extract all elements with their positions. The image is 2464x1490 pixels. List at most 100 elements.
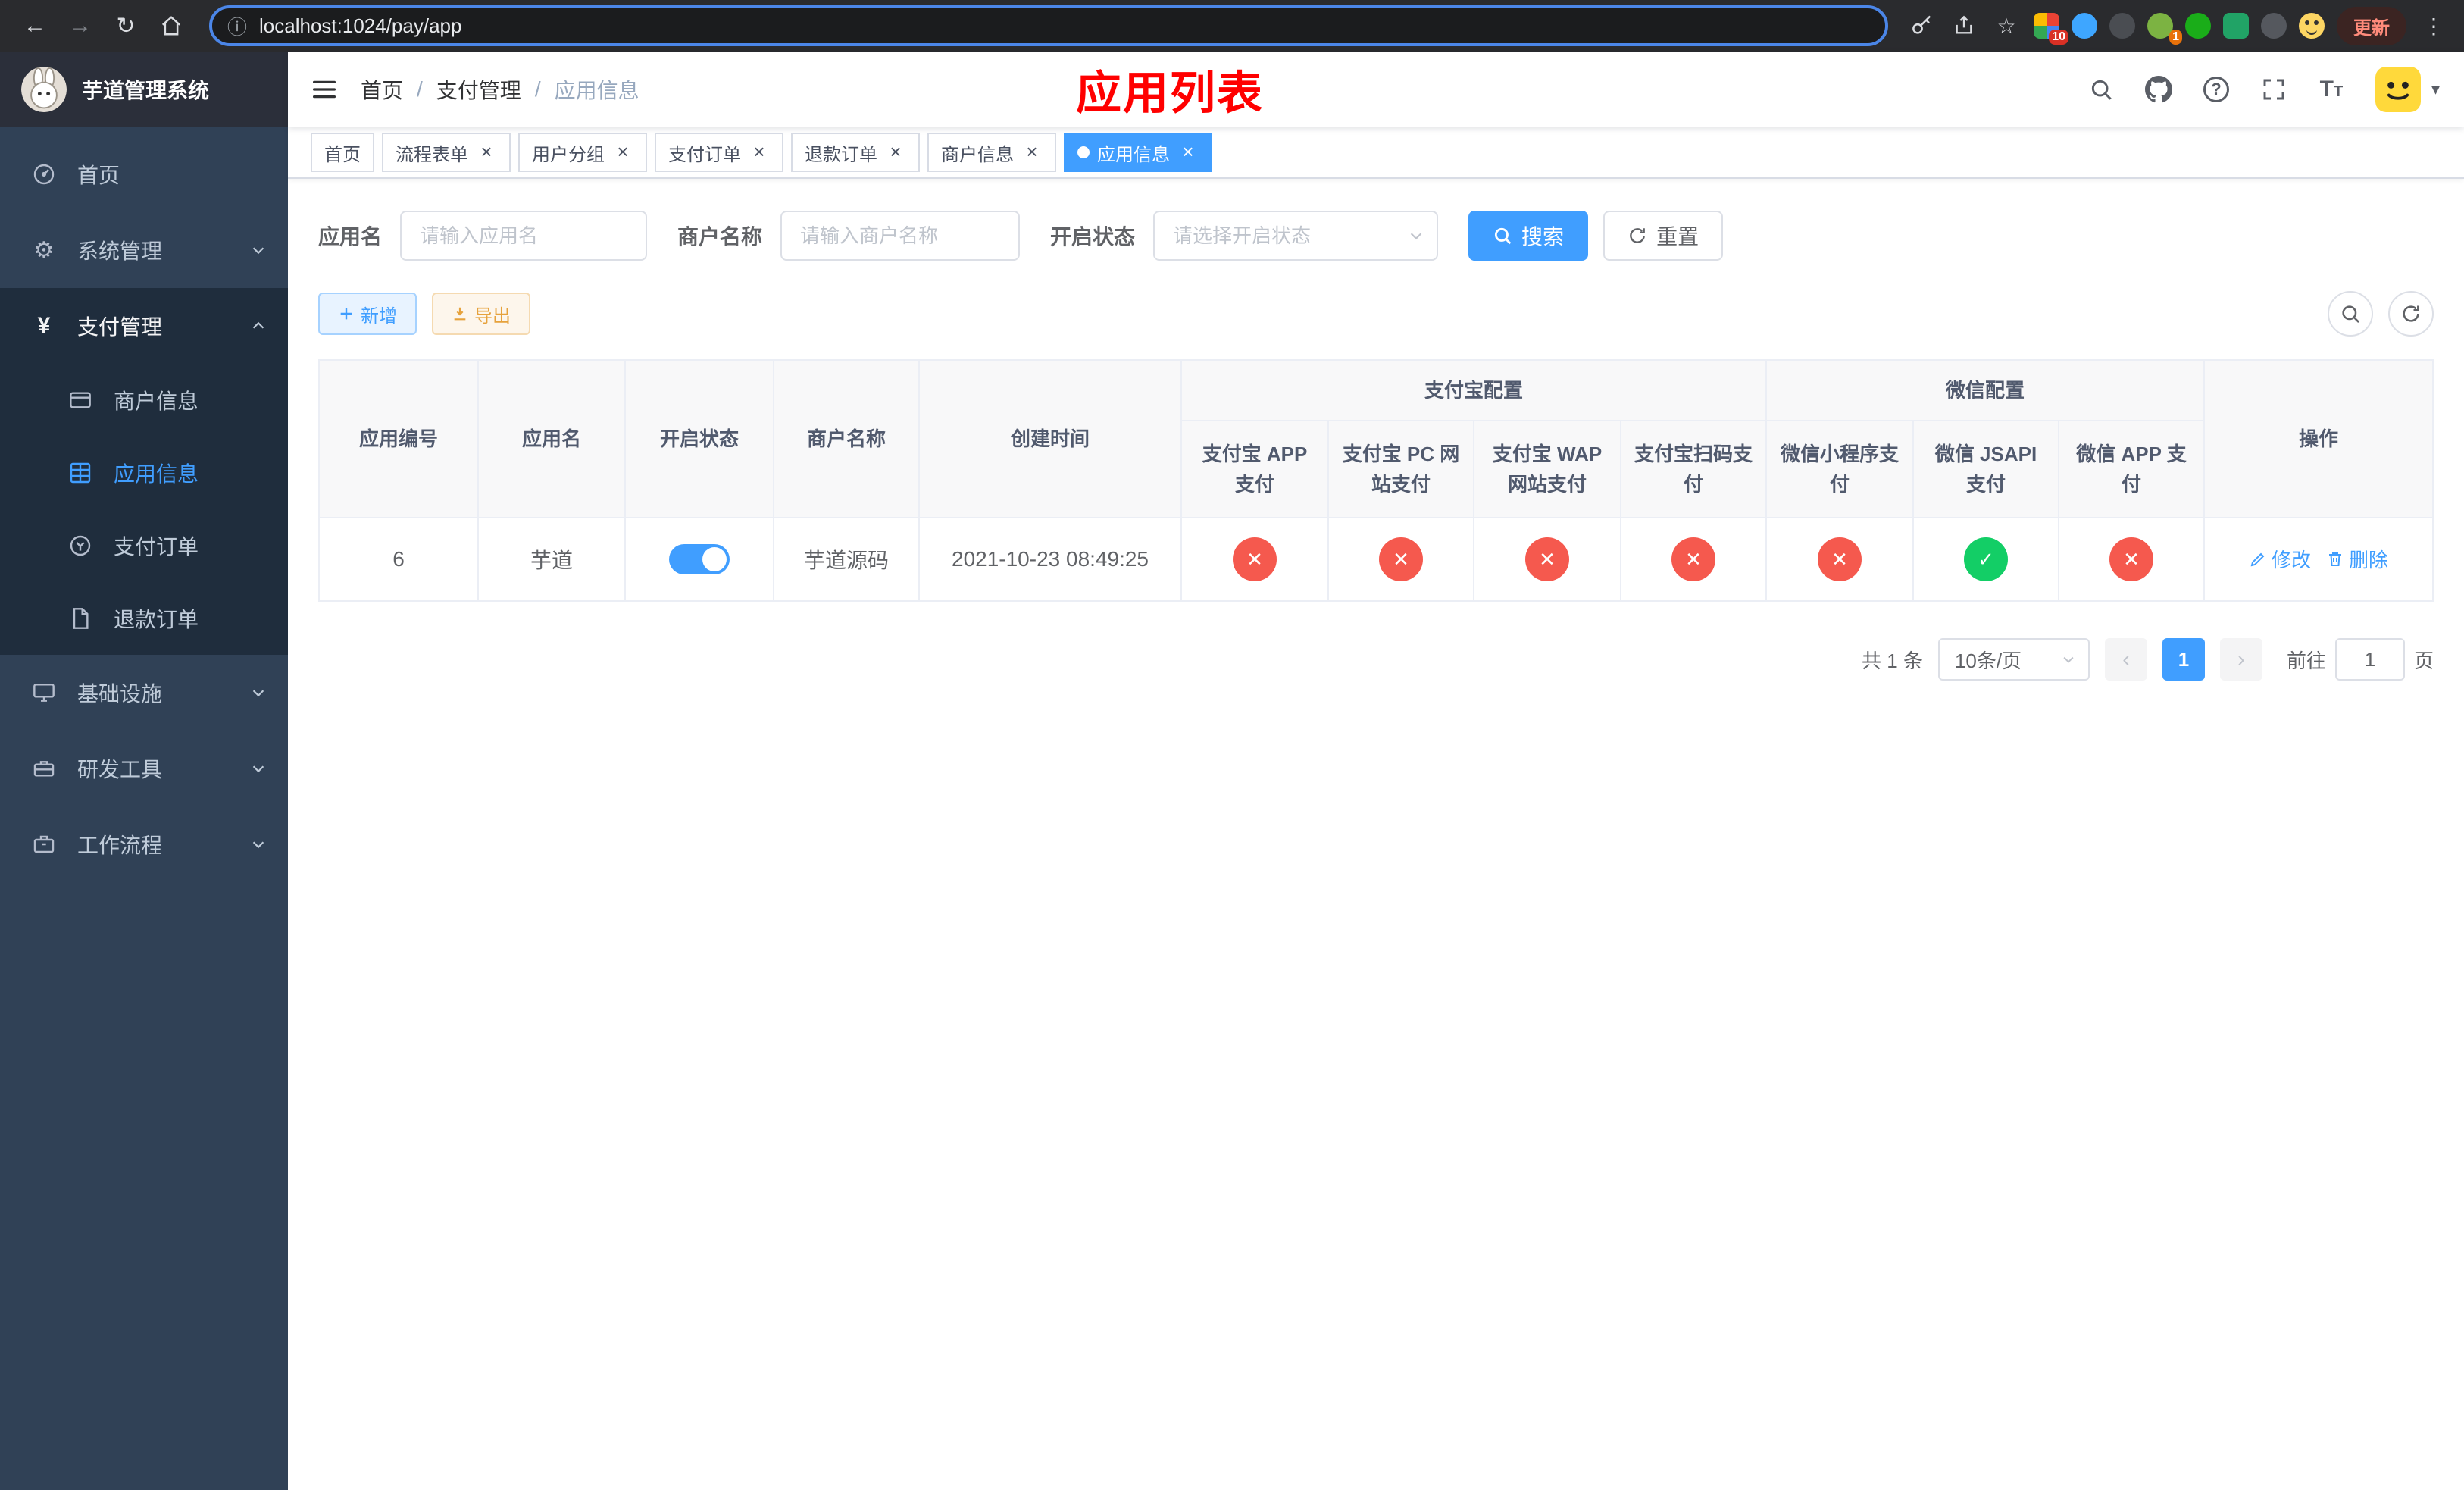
delete-link[interactable]: 删除 <box>2326 545 2388 573</box>
wechat-jsapi-status-icon: ✓ <box>1964 537 2009 581</box>
page-size-value: 10条/页 <box>1937 638 2090 681</box>
tab-merchant-info[interactable]: 商户信息 × <box>927 133 1056 172</box>
document-icon <box>67 606 94 631</box>
browser-menu-icon[interactable]: ⋮ <box>2419 11 2449 41</box>
extension-apps-icon[interactable]: 10 <box>2034 13 2068 45</box>
share-icon[interactable] <box>1949 11 1979 41</box>
close-icon[interactable]: × <box>885 142 906 163</box>
extension-avatar-icon[interactable]: 1 <box>2147 13 2182 45</box>
browser-update-button[interactable]: 更新 <box>2337 6 2406 45</box>
refresh-table-button[interactable] <box>2388 291 2434 337</box>
sidebar-item-refund-order[interactable]: 退款订单 <box>0 582 288 655</box>
export-button[interactable]: 导出 <box>432 293 530 335</box>
sidebar-item-label: 首页 <box>77 164 120 187</box>
password-key-icon[interactable] <box>1906 11 1937 41</box>
search-icon <box>2342 305 2359 323</box>
col-wechat-jsapi: 微信 JSAPI 支付 <box>1912 420 2060 518</box>
address-bar[interactable]: ⓘ localhost:1024/pay/app <box>209 5 1888 46</box>
header-search-icon[interactable] <box>2072 52 2130 127</box>
app-title: 芋道管理系统 <box>82 79 210 102</box>
reset-button[interactable]: 重置 <box>1603 211 1724 261</box>
browser-home-button[interactable] <box>152 6 191 45</box>
user-avatar[interactable]: ▾ <box>2360 67 2464 112</box>
toggle-search-button[interactable] <box>2328 291 2373 337</box>
next-page-button[interactable]: › <box>2219 638 2262 681</box>
browser-forward-button[interactable]: → <box>61 6 100 45</box>
sidebar-item-home[interactable]: 首页 <box>0 136 288 212</box>
tab-user-group[interactable]: 用户分组 × <box>518 133 647 172</box>
profile-emoji-icon[interactable] <box>2299 13 2325 39</box>
page-number-button[interactable]: 1 <box>2162 638 2205 681</box>
page-size-select[interactable]: 10条/页 <box>1937 638 2090 681</box>
extension-blue-icon[interactable] <box>2072 13 2097 39</box>
sidebar-item-system[interactable]: ⚙ 系统管理 <box>0 212 288 288</box>
status-select[interactable] <box>1153 211 1439 261</box>
sidebar-menu: 首页 ⚙ 系统管理 ¥ 支付管理 商户信息 应用信息 支付订单 退款订单 基础设… <box>0 127 288 882</box>
chevron-up-icon <box>250 318 267 334</box>
circle-pay-icon <box>67 534 94 558</box>
sidebar-item-workflow[interactable]: 工作流程 <box>0 806 288 882</box>
sidebar-item-payment[interactable]: ¥ 支付管理 <box>0 288 288 364</box>
extension-dark-icon[interactable] <box>2109 13 2135 39</box>
sidebar-item-label: 工作流程 <box>77 834 163 857</box>
col-group-alipay: 支付宝配置 <box>1180 359 1768 421</box>
col-alipay-pc: 支付宝 PC 网站支付 <box>1327 420 1474 518</box>
extension-gray-icon[interactable] <box>2261 13 2287 39</box>
tab-home[interactable]: 首页 <box>311 133 374 172</box>
edit-link-label: 修改 <box>2272 549 2312 572</box>
add-button[interactable]: 新增 <box>318 293 417 335</box>
tab-process-form[interactable]: 流程表单 × <box>382 133 511 172</box>
sidebar-item-merchant-info[interactable]: 商户信息 <box>0 364 288 437</box>
breadcrumb-payment[interactable]: 支付管理 <box>436 74 521 105</box>
fullscreen-icon[interactable] <box>2245 52 2303 127</box>
close-icon[interactable]: × <box>749 142 770 163</box>
edit-link[interactable]: 修改 <box>2249 545 2311 573</box>
extension-badge: 1 <box>2169 30 2182 45</box>
sidebar-item-label: 研发工具 <box>77 758 163 781</box>
extension-wechat-icon[interactable] <box>2185 13 2211 39</box>
table-toolbar: 新增 导出 <box>318 291 2434 337</box>
tab-refund-order[interactable]: 退款订单 × <box>791 133 920 172</box>
sidebar-item-pay-order[interactable]: 支付订单 <box>0 509 288 582</box>
close-icon[interactable]: × <box>612 142 633 163</box>
dashboard-icon <box>30 162 58 186</box>
chevron-down-icon <box>250 836 267 853</box>
delete-link-label: 删除 <box>2349 549 2389 572</box>
status-toggle[interactable] <box>669 544 730 574</box>
sidebar-logo[interactable]: 芋道管理系统 <box>0 52 288 127</box>
app-name-input[interactable] <box>400 211 648 261</box>
breadcrumb-home[interactable]: 首页 <box>361 74 403 105</box>
pagination: 共 1 条 10条/页 ‹ 1 › 前往 页 <box>318 638 2434 681</box>
page-annotation: 应用列表 <box>1076 67 1264 119</box>
tab-app-info[interactable]: 应用信息 × <box>1064 133 1212 172</box>
page-content: 应用名 商户名称 开启状态 <box>288 179 2464 1490</box>
font-size-icon[interactable]: TT <box>2303 52 2360 127</box>
goto-page-input[interactable] <box>2334 638 2405 681</box>
bookmark-star-icon[interactable]: ☆ <box>1991 11 2022 41</box>
tab-pay-order[interactable]: 支付订单 × <box>655 133 783 172</box>
sidebar-item-app-info[interactable]: 应用信息 <box>0 437 288 509</box>
close-icon[interactable]: × <box>1177 142 1199 163</box>
sidebar-item-infra[interactable]: 基础设施 <box>0 655 288 731</box>
sidebar-item-label: 系统管理 <box>77 239 163 263</box>
search-button[interactable]: 搜索 <box>1468 211 1589 261</box>
tab-label: 用户分组 <box>532 144 605 165</box>
close-icon[interactable]: × <box>1021 142 1043 163</box>
pencil-icon <box>2250 552 2265 567</box>
page-info-icon[interactable]: ⓘ <box>227 12 247 40</box>
browser-reload-button[interactable]: ↻ <box>106 6 145 45</box>
sidebar-item-label: 应用信息 <box>114 462 199 486</box>
merchant-name-input[interactable] <box>780 211 1021 261</box>
sidebar-item-dev-tools[interactable]: 研发工具 <box>0 731 288 806</box>
app-name-input-wrap <box>400 211 648 261</box>
briefcase-icon <box>30 832 58 856</box>
extension-badge: 10 <box>2049 30 2068 45</box>
help-icon[interactable]: ? <box>2187 52 2245 127</box>
prev-page-button[interactable]: ‹ <box>2104 638 2147 681</box>
browser-back-button[interactable]: ← <box>15 6 55 45</box>
close-icon[interactable]: × <box>476 142 497 163</box>
search-button-label: 搜索 <box>1521 225 1565 249</box>
github-icon[interactable] <box>2130 52 2187 127</box>
extension-green-icon[interactable] <box>2223 13 2249 39</box>
collapse-sidebar-icon[interactable] <box>288 76 361 103</box>
